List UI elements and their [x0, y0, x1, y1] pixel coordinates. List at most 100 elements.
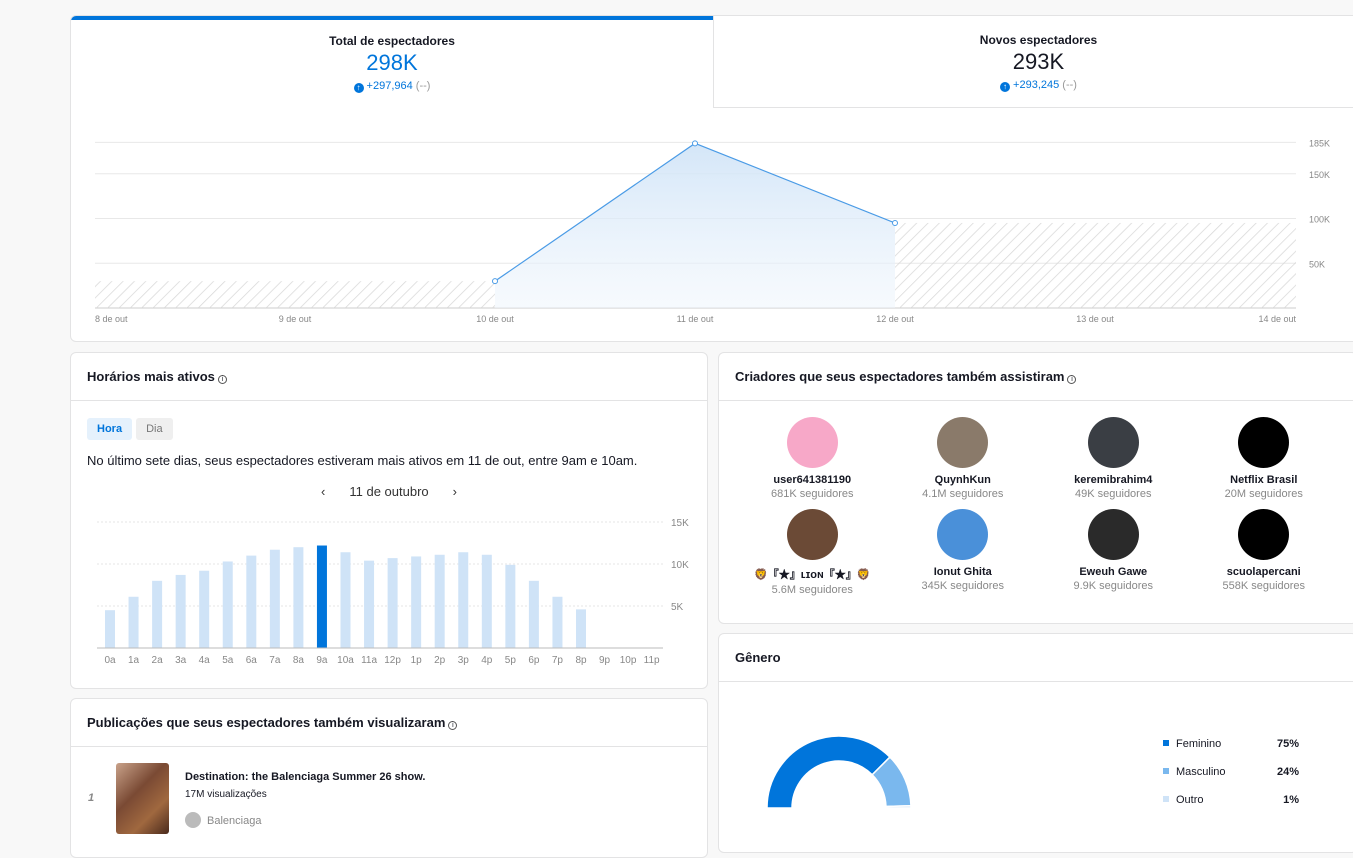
bar — [552, 596, 563, 648]
author-avatar — [185, 812, 201, 828]
creator-name[interactable]: user641381190 — [737, 474, 888, 486]
x-tick-label: 11p — [644, 655, 660, 666]
legend-label: Outro — [1176, 794, 1204, 806]
legend-item: Feminino 75% — [1163, 738, 1299, 750]
active-hours-card: Horários mais ativos i Hora Dia No último … — [70, 352, 708, 689]
bar — [576, 609, 586, 648]
creator-followers: 9.9K seguidores — [1073, 580, 1154, 592]
x-tick-label: 12p — [384, 655, 401, 666]
creator-item[interactable]: 🦁『★』ʟɪᴏɴ『★』🦁 5.6M seguidores — [737, 509, 888, 596]
creator-name[interactable]: Eweuh Gawe — [1038, 566, 1189, 578]
bar — [340, 552, 351, 648]
creator-name[interactable]: Ionut Ghita — [888, 566, 1039, 578]
creator-followers: 345K seguidores — [921, 580, 1005, 592]
gender-donut-chart — [766, 735, 912, 809]
donut-slice — [766, 735, 891, 809]
bar — [105, 610, 115, 648]
avatar[interactable] — [1238, 509, 1290, 560]
card-title: Criadores que seus espectadores também a… — [735, 369, 1065, 384]
x-tick-label: 5p — [505, 655, 517, 666]
legend-value: 1% — [1283, 794, 1299, 806]
area-fill — [495, 143, 895, 308]
x-tick-label: 11 de out — [677, 314, 714, 324]
y-tick-label: 5K — [671, 602, 684, 613]
bar — [128, 596, 139, 648]
x-tick-label: 8 de out — [95, 314, 128, 324]
post-thumbnail[interactable] — [116, 763, 169, 834]
creator-item[interactable]: scuolapercani 558K seguidores — [1189, 509, 1340, 596]
creator-followers: 4.1M seguidores — [922, 488, 1004, 500]
bar — [175, 574, 186, 648]
x-tick-label: 6p — [528, 655, 540, 666]
creators-card: Criadores que seus espectadores também a… — [718, 352, 1353, 624]
post-views: 17M visualizações — [185, 789, 267, 800]
creator-item[interactable]: Eweuh Gawe 9.9K seguidores — [1038, 509, 1189, 596]
bar — [316, 545, 327, 648]
legend-swatch — [1163, 740, 1169, 746]
bar — [528, 580, 539, 648]
post-title[interactable]: Destination: the Balenciaga Summer 26 sh… — [185, 771, 425, 783]
viewers-line-chart: 50K 100K 150K 185K 8 de out 9 de out 10 de out… — [95, 138, 1330, 324]
x-tick-label: 8p — [575, 655, 587, 666]
card-header: Gênero — [719, 634, 1353, 682]
x-tick-label: 5a — [222, 655, 234, 666]
x-tick-label: 2a — [152, 655, 164, 666]
x-tick-label: 7p — [552, 655, 564, 666]
info-icon[interactable]: i — [448, 721, 458, 730]
avatar[interactable] — [937, 509, 989, 560]
creator-item[interactable]: user641381190 681K seguidores — [737, 417, 888, 500]
creator-item[interactable]: QuynhKun 4.1M seguidores — [888, 417, 1039, 500]
avatar[interactable] — [1238, 417, 1290, 468]
bar — [246, 555, 257, 648]
legend-swatch — [1163, 796, 1169, 802]
x-tick-label: 4a — [199, 655, 211, 666]
legend-label: Feminino — [1176, 738, 1222, 750]
creator-name[interactable]: QuynhKun — [888, 474, 1039, 486]
x-tick-label: 0a — [104, 655, 116, 666]
post-author[interactable]: Balenciaga — [207, 815, 261, 827]
creator-followers: 681K seguidores — [770, 488, 854, 500]
legend-item: Outro 1% — [1163, 794, 1299, 806]
x-tick-label: 10 de out — [476, 314, 514, 324]
x-tick-label: 8a — [293, 655, 305, 666]
x-tick-label: 11a — [361, 655, 377, 666]
legend-value: 75% — [1276, 738, 1299, 750]
avatar[interactable] — [1087, 509, 1139, 560]
active-hours-bar-chart: 5K 10K 15K 0a 1a 2a 3a 4a 5a 6a 7a 8a 9a 10a 11a 12p 1p 2… — [97, 518, 689, 666]
legend-item: Masculino 24% — [1163, 766, 1299, 778]
creator-followers: 49K seguidores — [1075, 488, 1152, 500]
avatar[interactable] — [786, 417, 838, 468]
data-point — [892, 219, 898, 226]
creator-name[interactable]: scuolapercani — [1189, 566, 1340, 578]
creator-followers: 5.6M seguidores — [771, 584, 853, 596]
no-data-region — [895, 222, 1296, 308]
card-header: Publicações que seus espectadores também… — [71, 699, 707, 747]
creator-name[interactable]: keremibrahim4 — [1038, 474, 1189, 486]
bar — [481, 554, 492, 648]
x-tick-label: 13 de out — [1076, 314, 1114, 324]
creator-name[interactable]: 🦁『★』ʟɪᴏɴ『★』🦁 — [737, 566, 888, 582]
avatar[interactable] — [786, 509, 838, 560]
x-tick-label: 12 de out — [876, 314, 914, 324]
x-tick-label: 4p — [481, 655, 493, 666]
x-tick-label: 7a — [269, 655, 281, 666]
viewers-overview-card: Total de espectadores 298K ↑ +297,964 (--… — [70, 15, 1353, 342]
info-icon[interactable]: i — [1067, 375, 1077, 384]
creator-item[interactable]: Ionut Ghita 345K seguidores — [888, 509, 1039, 596]
x-tick-label: 3a — [175, 655, 187, 666]
creator-item[interactable]: keremibrahim4 49K seguidores — [1038, 417, 1189, 500]
bar — [293, 547, 304, 648]
avatar[interactable] — [1087, 417, 1139, 468]
avatar[interactable] — [937, 417, 989, 468]
creator-item[interactable]: Netflix Brasil 20M seguidores — [1189, 417, 1340, 500]
y-tick-label: 150K — [1309, 170, 1330, 180]
card-title: Publicações que seus espectadores também… — [87, 715, 446, 730]
bar — [411, 556, 422, 648]
creator-name[interactable]: Netflix Brasil — [1189, 474, 1340, 486]
posts-card: Publicações que seus espectadores também… — [70, 698, 708, 858]
y-tick-label: 185K — [1309, 138, 1330, 148]
data-point — [492, 278, 498, 285]
no-data-region — [95, 281, 495, 308]
x-tick-label: 3p — [458, 655, 470, 666]
x-tick-label: 9 de out — [279, 314, 312, 324]
